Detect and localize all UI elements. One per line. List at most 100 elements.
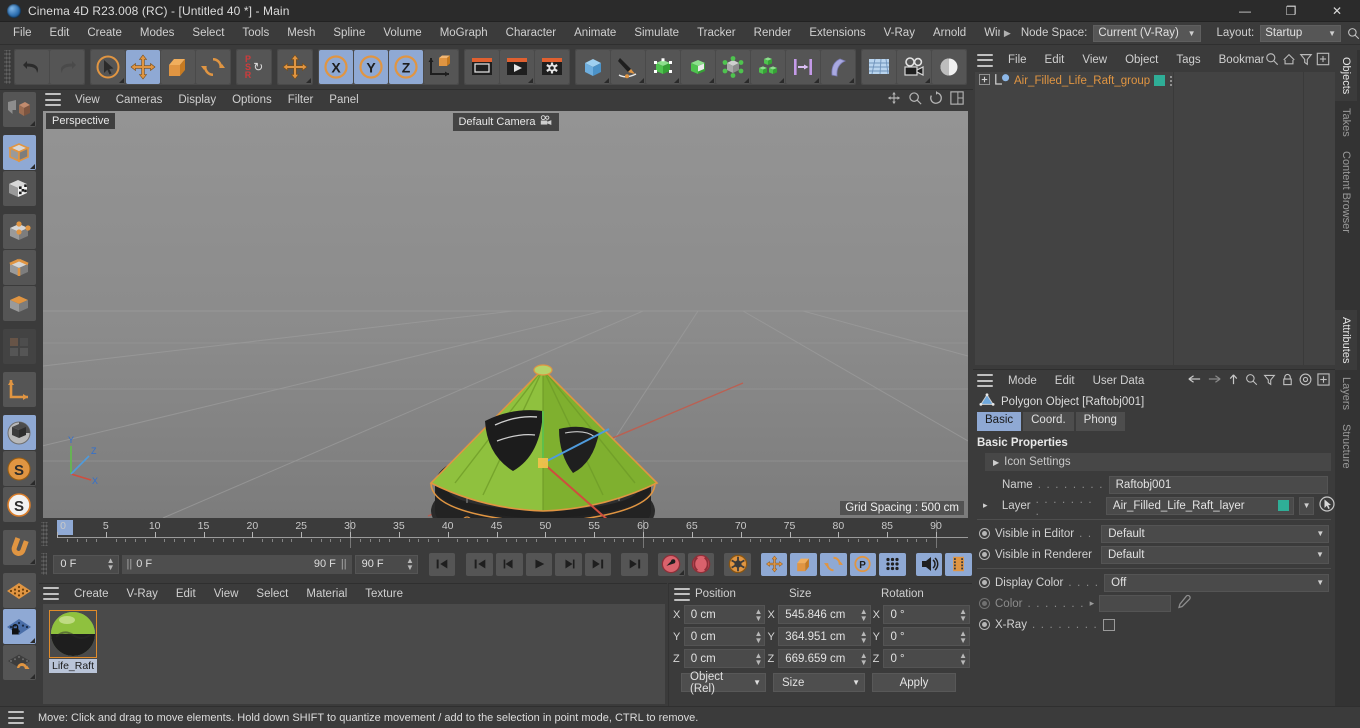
viewport-menu-filter[interactable]: Filter (280, 92, 322, 108)
viewport-zoom-icon[interactable] (908, 91, 922, 108)
viewport-3d[interactable]: Perspective Default Camera Grid Spacing … (43, 111, 968, 518)
menu-simulate[interactable]: Simulate (625, 24, 688, 42)
menu-arnold[interactable]: Arnold (924, 24, 975, 42)
toolbar-grip[interactable] (4, 50, 11, 84)
viewport-solo-button[interactable] (2, 415, 36, 450)
coordinate-mode-select[interactable]: Object (Rel) ▼ (681, 671, 766, 695)
eyedropper-icon[interactable] (1176, 594, 1192, 613)
viewport-menu-icon[interactable] (45, 93, 61, 106)
timeline-grip[interactable] (41, 522, 48, 546)
expand-triangle-icon[interactable]: ▶ (993, 458, 999, 467)
name-input[interactable]: Raftobj001 (1108, 475, 1328, 494)
menu-vray[interactable]: V-Ray (875, 24, 924, 42)
attributes-menu-icon[interactable] (977, 374, 993, 387)
material-menu-icon[interactable] (43, 587, 59, 600)
material-menu-edit[interactable]: Edit (167, 585, 205, 603)
menu-mesh[interactable]: Mesh (278, 24, 324, 42)
spinner-icon[interactable]: ▲ ▼ (755, 651, 763, 666)
position-y-field[interactable]: 0 cm ▲ ▼ (683, 627, 766, 646)
minimize-button[interactable]: — (1222, 0, 1268, 22)
floor-button[interactable] (862, 50, 896, 84)
render-settings-button[interactable] (535, 50, 569, 84)
viewport-menu-panel[interactable]: Panel (321, 92, 366, 108)
rotation-z-field[interactable]: 0 ° ▲ ▼ (883, 649, 971, 668)
material-menu-texture[interactable]: Texture (356, 585, 412, 603)
boole-button[interactable] (681, 50, 715, 84)
model-mode-button[interactable] (2, 135, 36, 170)
key-parameter-button[interactable]: P (849, 552, 877, 576)
size-x-field[interactable]: 545.846 cm ▲ ▼ (778, 605, 871, 624)
menu-extensions[interactable]: Extensions (800, 24, 874, 42)
edge-mode-button[interactable] (2, 250, 36, 285)
timeline-controls-grip[interactable] (41, 553, 48, 575)
axis-modify-button[interactable] (2, 372, 36, 407)
object-tree[interactable]: Air_Filled_Life_Raft_group (975, 72, 1335, 365)
next-frame-button[interactable] (555, 552, 582, 576)
material-menu-material[interactable]: Material (297, 585, 356, 603)
film-button[interactable] (945, 552, 972, 576)
node-space-select[interactable]: Current (V-Ray) ▼ (1093, 24, 1201, 42)
scale-tool-button[interactable] (161, 50, 195, 84)
home-icon[interactable] (1282, 52, 1296, 69)
lock-icon[interactable] (1281, 373, 1294, 389)
light-button[interactable] (932, 50, 966, 84)
maximize-button[interactable]: ❐ (1268, 0, 1314, 22)
material-menu-select[interactable]: Select (247, 585, 297, 603)
viewport-rotate-icon[interactable] (929, 91, 943, 108)
tab-basic[interactable]: Basic (977, 412, 1022, 431)
material-item[interactable]: Life_Raft (49, 610, 97, 673)
close-button[interactable]: ✕ (1314, 0, 1360, 22)
menu-edit[interactable]: Edit (41, 24, 79, 42)
key-position-button[interactable] (760, 552, 788, 576)
object-row-air-filled-life-raft-group[interactable]: Air_Filled_Life_Raft_group (975, 72, 1335, 89)
spinner-icon[interactable]: ▲ ▼ (959, 629, 967, 644)
lock-x-button[interactable]: X (319, 50, 353, 84)
uv-mode-button[interactable] (2, 329, 36, 364)
layer-input[interactable]: Air_Filled_Life_Raft_layer (1105, 496, 1295, 515)
undo-button[interactable] (15, 50, 49, 84)
spinner-icon[interactable]: ▲ ▼ (755, 607, 763, 622)
size-z-field[interactable]: 669.659 cm ▲ ▼ (778, 649, 871, 668)
spinner-icon[interactable]: ▲ ▼ (406, 557, 414, 572)
object-manager-menu-icon[interactable] (977, 53, 993, 67)
workplane-align-button[interactable] (2, 645, 36, 680)
tab-coord[interactable]: Coord. (1023, 412, 1074, 431)
texture-mode-button[interactable] (2, 171, 36, 206)
vtab-layers[interactable]: Layers (1335, 370, 1357, 417)
color-radio[interactable] (979, 598, 990, 609)
visible-renderer-radio[interactable] (979, 549, 990, 560)
point-mode-button[interactable] (2, 214, 36, 249)
timeline-ruler[interactable]: 0 5 10 15 20 25 30 35 40 45 50 55 60 65 70 75 80 85 90 (57, 520, 968, 548)
layer-dropdown-button[interactable]: ▼ (1299, 496, 1315, 515)
sound-button[interactable] (915, 552, 943, 576)
material-list[interactable]: Life_Raft (43, 604, 665, 704)
next-key-button[interactable] (584, 552, 612, 576)
previous-frame-button[interactable] (496, 552, 523, 576)
deformer-button[interactable] (716, 50, 750, 84)
status-menu-icon[interactable] (8, 711, 24, 724)
psr-button[interactable]: PSR ↻ (237, 50, 271, 84)
layout-select[interactable]: Startup ▼ (1260, 24, 1341, 42)
keyframe-settings-button[interactable] (724, 552, 751, 576)
material-menu-vray[interactable]: V-Ray (118, 585, 167, 603)
add-icon[interactable] (1317, 372, 1330, 389)
visible-renderer-select[interactable]: Default ▼ (1100, 545, 1329, 564)
vtab-takes[interactable]: Takes (1335, 101, 1357, 144)
size-y-field[interactable]: 364.951 cm ▲ ▼ (778, 627, 871, 646)
object-menu-object[interactable]: Object (1116, 51, 1167, 69)
object-menu-view[interactable]: View (1073, 51, 1116, 69)
camera-button[interactable] (897, 50, 931, 84)
workplane-button[interactable] (2, 573, 36, 608)
visible-editor-select[interactable]: Default ▼ (1101, 524, 1330, 543)
filter-icon[interactable] (1299, 52, 1313, 69)
viewport-layout-icon[interactable] (950, 91, 964, 108)
enable-axis-button[interactable]: S (2, 451, 36, 486)
color-expand-icon[interactable]: ▸ (1090, 598, 1095, 609)
menu-window[interactable]: Wind (975, 24, 1000, 42)
add-icon[interactable] (1316, 52, 1330, 69)
icon-settings-group[interactable]: ▶ Icon Settings (985, 453, 1331, 471)
polygon-mode-button[interactable] (2, 286, 36, 321)
layer-pick-icon[interactable] (1319, 496, 1335, 515)
vtab-objects[interactable]: Objects (1335, 50, 1357, 102)
key-scale-button[interactable] (790, 552, 818, 576)
